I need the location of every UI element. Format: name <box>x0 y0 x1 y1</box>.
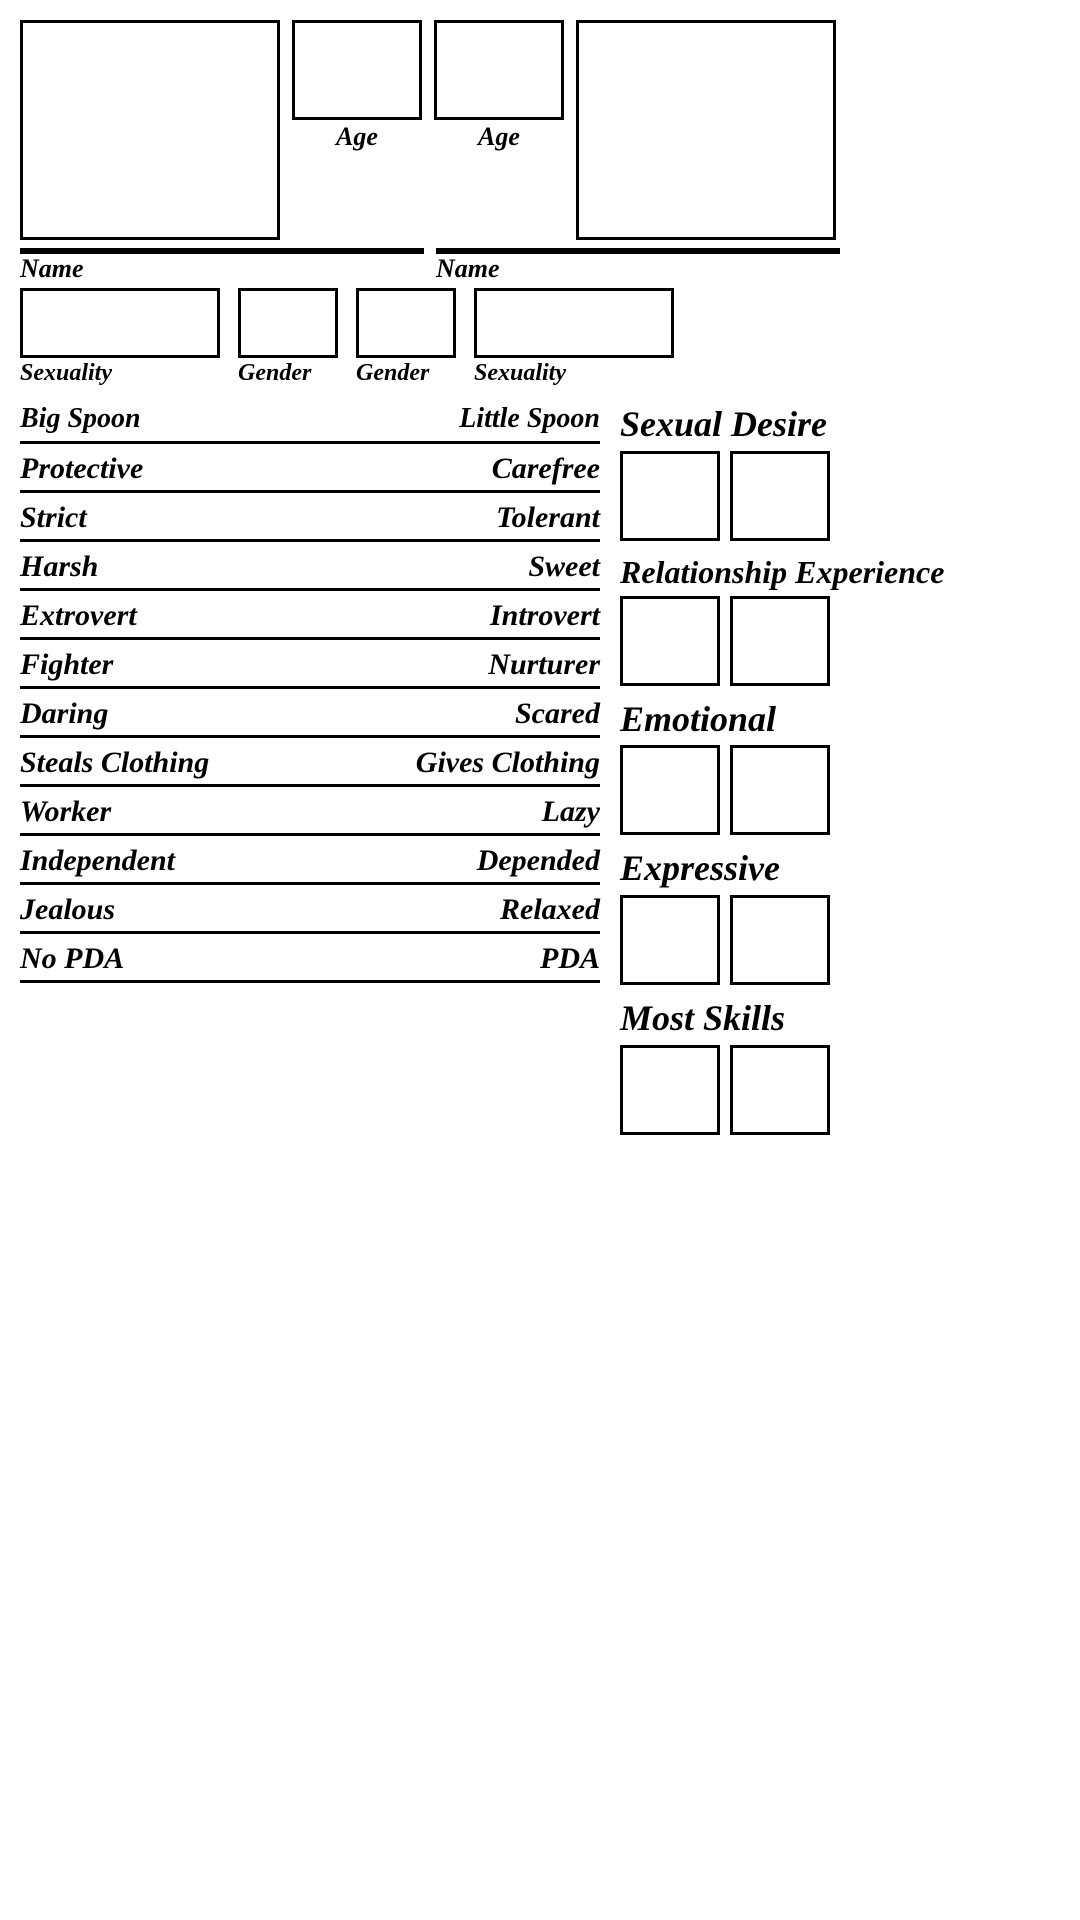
trait-right-4: Nurturer <box>488 648 600 682</box>
relationship-experience-title: Relationship Experience <box>620 555 944 590</box>
most-skills-title: Most Skills <box>620 999 785 1039</box>
trait-left-9: Jealous <box>20 893 115 927</box>
name-right-wrapper: Name <box>436 248 840 286</box>
age-label-right: Age <box>478 122 520 152</box>
gender-label-left: Gender <box>238 360 338 387</box>
trait-right-1: Tolerant <box>496 501 600 535</box>
emotional-title: Emotional <box>620 700 776 740</box>
gender-box-right[interactable] <box>356 288 456 358</box>
sexuality-box-left[interactable] <box>20 288 220 358</box>
most-skills-boxes <box>620 1045 830 1135</box>
gender-label-right: Gender <box>356 360 456 387</box>
trait-right-7: Lazy <box>542 795 600 829</box>
trait-right-9: Relaxed <box>500 893 600 927</box>
trait-left-0: Protective <box>20 452 143 486</box>
sexual-desire-boxes <box>620 451 830 541</box>
trait-left-4: Fighter <box>20 648 113 682</box>
trait-left-6: Steals Clothing <box>20 746 209 780</box>
age-label-left: Age <box>336 122 378 152</box>
trait-right-8: Depended <box>477 844 600 878</box>
portrait-box-left <box>20 20 280 240</box>
most-skills-box-right[interactable] <box>730 1045 830 1135</box>
spoon-row: Big Spoon Little Spoon <box>20 397 600 444</box>
trait-row-7: Worker Lazy <box>20 787 600 836</box>
sexual-desire-box-left[interactable] <box>620 451 720 541</box>
little-spoon-label: Little Spoon <box>459 403 600 435</box>
name-label-left: Name <box>20 254 424 284</box>
portraits-ages-row: Age Age <box>20 20 840 240</box>
gender-box-left[interactable] <box>238 288 338 358</box>
trait-row-6: Steals Clothing Gives Clothing <box>20 738 600 787</box>
main-content: Big Spoon Little Spoon Protective Carefr… <box>20 397 1060 1141</box>
trait-left-3: Extrovert <box>20 599 137 633</box>
trait-right-0: Carefree <box>492 452 600 486</box>
trait-left-5: Daring <box>20 697 108 731</box>
relationship-experience-box-left[interactable] <box>620 596 720 686</box>
name-left-wrapper: Name <box>20 248 424 286</box>
emotional-boxes <box>620 745 830 835</box>
trait-right-2: Sweet <box>528 550 600 584</box>
gender-right-wrapper: Gender <box>356 288 456 387</box>
expressive-boxes <box>620 895 830 985</box>
trait-row-8: Independent Depended <box>20 836 600 885</box>
sexual-desire-title: Sexual Desire <box>620 405 827 445</box>
top-section: Age Age Name Name <box>20 20 1060 391</box>
trait-row-9: Jealous Relaxed <box>20 885 600 934</box>
page: Age Age Name Name <box>0 0 1080 1920</box>
name-row: Name Name <box>20 248 840 286</box>
gender-left-wrapper: Gender <box>238 288 338 387</box>
left-header: Age Age Name Name <box>20 20 840 391</box>
most-skills-box-left[interactable] <box>620 1045 720 1135</box>
trait-left-7: Worker <box>20 795 111 829</box>
sexuality-left-wrapper: Sexuality <box>20 288 220 387</box>
relationship-experience-boxes <box>620 596 830 686</box>
age-left-wrapper: Age <box>292 20 422 152</box>
emotional-box-left[interactable] <box>620 745 720 835</box>
sexuality-gender-row: Sexuality Gender Gender Sexuality <box>20 288 840 387</box>
age-box-right <box>434 20 564 120</box>
trait-right-3: Introvert <box>490 599 600 633</box>
trait-row-4: Fighter Nurturer <box>20 640 600 689</box>
trait-row-1: Strict Tolerant <box>20 493 600 542</box>
trait-left-1: Strict <box>20 501 87 535</box>
sexuality-label-left: Sexuality <box>20 360 220 387</box>
trait-row-3: Extrovert Introvert <box>20 591 600 640</box>
right-panel: Sexual Desire Relationship Experience Em… <box>610 397 1060 1141</box>
trait-row-5: Daring Scared <box>20 689 600 738</box>
portrait-box-right <box>576 20 836 240</box>
name-label-right: Name <box>436 254 840 284</box>
trait-row-10: No PDA PDA <box>20 934 600 983</box>
expressive-box-right[interactable] <box>730 895 830 985</box>
relationship-experience-box-right[interactable] <box>730 596 830 686</box>
trait-left-2: Harsh <box>20 550 98 584</box>
trait-right-6: Gives Clothing <box>416 746 600 780</box>
sexuality-box-right[interactable] <box>474 288 674 358</box>
traits-section: Big Spoon Little Spoon Protective Carefr… <box>20 397 600 1141</box>
sexuality-right-wrapper: Sexuality <box>474 288 674 387</box>
expressive-title: Expressive <box>620 849 780 889</box>
expressive-box-left[interactable] <box>620 895 720 985</box>
emotional-box-right[interactable] <box>730 745 830 835</box>
sexuality-label-right: Sexuality <box>474 360 674 387</box>
trait-left-8: Independent <box>20 844 175 878</box>
trait-right-5: Scared <box>515 697 600 731</box>
trait-right-10: PDA <box>540 942 600 976</box>
age-right-wrapper: Age <box>434 20 564 152</box>
trait-left-10: No PDA <box>20 942 124 976</box>
trait-row-2: Harsh Sweet <box>20 542 600 591</box>
big-spoon-label: Big Spoon <box>20 403 141 435</box>
trait-row-0: Protective Carefree <box>20 444 600 493</box>
age-box-left <box>292 20 422 120</box>
sexual-desire-box-right[interactable] <box>730 451 830 541</box>
